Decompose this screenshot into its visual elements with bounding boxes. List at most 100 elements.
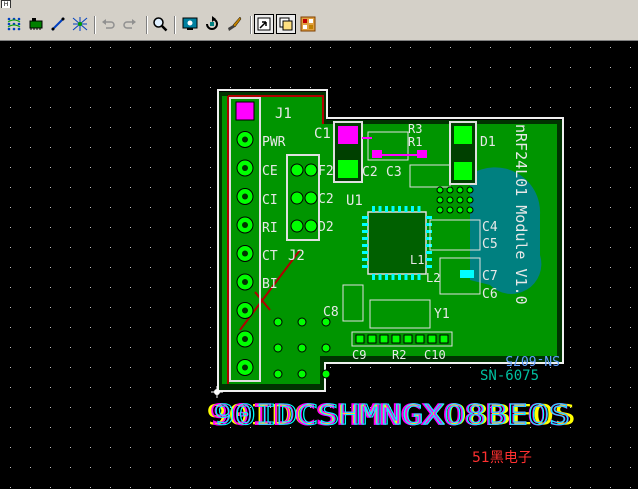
label-c2-top: C2 (362, 165, 378, 180)
brush-icon[interactable] (224, 14, 244, 34)
j1-pad-hole (242, 193, 248, 200)
via (436, 196, 444, 204)
c7-pad (460, 270, 474, 278)
component-icon[interactable] (26, 14, 46, 34)
label-j2: J2 (288, 248, 305, 264)
via (446, 186, 454, 194)
u1-pin (362, 223, 368, 226)
rotate-icon[interactable] (202, 14, 222, 34)
layer-select-icon[interactable] (254, 14, 274, 34)
u1-pin (385, 274, 388, 280)
label-ct: CT (262, 249, 278, 264)
via (446, 196, 454, 204)
toolbar-group-layers (254, 14, 322, 36)
u1-pin (362, 244, 368, 247)
u1-pin (404, 206, 408, 212)
label-c3: C3 (386, 165, 402, 180)
redo-icon[interactable] (120, 14, 140, 34)
u1-pin (398, 206, 401, 212)
smd-pad (403, 334, 413, 344)
label-r1: R1 (408, 135, 422, 149)
smd-pad (415, 334, 425, 344)
label-c9: C9 (352, 348, 366, 362)
via (297, 343, 307, 353)
via (321, 343, 331, 353)
label-d2: D2 (318, 220, 334, 235)
j1-pad-hole (242, 165, 248, 171)
zoom-icon[interactable] (150, 14, 170, 34)
c1-pad (338, 126, 358, 144)
toolbar-separator (94, 16, 96, 34)
u1-pin (385, 206, 388, 212)
u1-pin (426, 216, 432, 219)
label-c5: C5 (482, 237, 498, 252)
u1-pin (398, 274, 401, 280)
undo-icon[interactable] (98, 14, 118, 34)
u1-pin (417, 274, 421, 280)
via (273, 343, 283, 353)
u1-pin (362, 237, 368, 240)
label-module-name: nRF24L01 Module V1.0 (512, 124, 530, 305)
garbled-text-cyan: 90IDCSHMNGXO8BEOS (214, 398, 570, 431)
label-f2: F2 (318, 164, 334, 179)
u1-pin (372, 206, 375, 212)
d1-pad2 (454, 162, 472, 180)
u1-pin (411, 274, 414, 280)
via (456, 186, 464, 194)
u1-pin (417, 206, 421, 212)
j1-pad-hole (242, 336, 248, 342)
u1-pin (362, 265, 368, 268)
u1-pin (362, 258, 368, 261)
pcb-board[interactable]: J1 PWR CE CI RI CT BI F2 C2 D2 J2 C1 R3 … (0, 41, 638, 489)
via (297, 317, 307, 327)
smd-pad (355, 334, 365, 344)
j2-pad (290, 163, 304, 177)
u1-pin (411, 206, 414, 212)
u1-pin (426, 244, 432, 247)
via (456, 206, 464, 214)
j1-pad-hole (242, 279, 248, 285)
u1-pin (362, 216, 368, 219)
watermark: 51黑电子 (472, 450, 532, 466)
u1-pin (426, 230, 432, 233)
smd-pad (379, 334, 389, 344)
label-r3: R3 (408, 122, 422, 136)
label-l2: L2 (426, 271, 440, 285)
j2-pad (304, 219, 318, 233)
palette-icon[interactable] (298, 14, 318, 34)
c1-pad2 (338, 160, 358, 178)
via (436, 206, 444, 214)
u1-pin (372, 274, 375, 280)
toolbar-separator (250, 16, 252, 34)
u1-pin (426, 223, 432, 226)
ratsnest-icon[interactable] (4, 14, 24, 34)
j2-pad (290, 191, 304, 205)
u1-pin (426, 251, 432, 254)
u1-pin (362, 251, 368, 254)
label-y1: Y1 (434, 307, 450, 322)
toolbar-separator (146, 16, 148, 34)
view-icon[interactable] (180, 14, 200, 34)
label-bi: BI (262, 277, 278, 292)
fanout-icon[interactable] (70, 14, 90, 34)
j2-pad (304, 163, 318, 177)
label-ce: CE (262, 164, 278, 179)
label-c7: C7 (482, 269, 498, 284)
via (466, 196, 474, 204)
j1-pad-hole (242, 222, 248, 228)
smd-pad (439, 334, 449, 344)
u1-pin (378, 206, 382, 212)
smd-pad (367, 334, 377, 344)
via (273, 317, 283, 327)
label-l1: L1 (410, 253, 424, 267)
route-line-icon[interactable] (48, 14, 68, 34)
label-c1: C1 (314, 126, 331, 142)
label-ci: CI (262, 193, 278, 208)
toolbar-group-edit (98, 14, 144, 36)
layer-window-icon[interactable] (276, 14, 296, 34)
pcb-canvas[interactable]: J1 PWR CE CI RI CT BI F2 C2 D2 J2 C1 R3 … (0, 41, 638, 489)
toolbar-group-zoom (150, 14, 172, 36)
label-r2: R2 (392, 348, 406, 362)
u1-pin (362, 230, 368, 233)
toolbar (0, 8, 638, 41)
